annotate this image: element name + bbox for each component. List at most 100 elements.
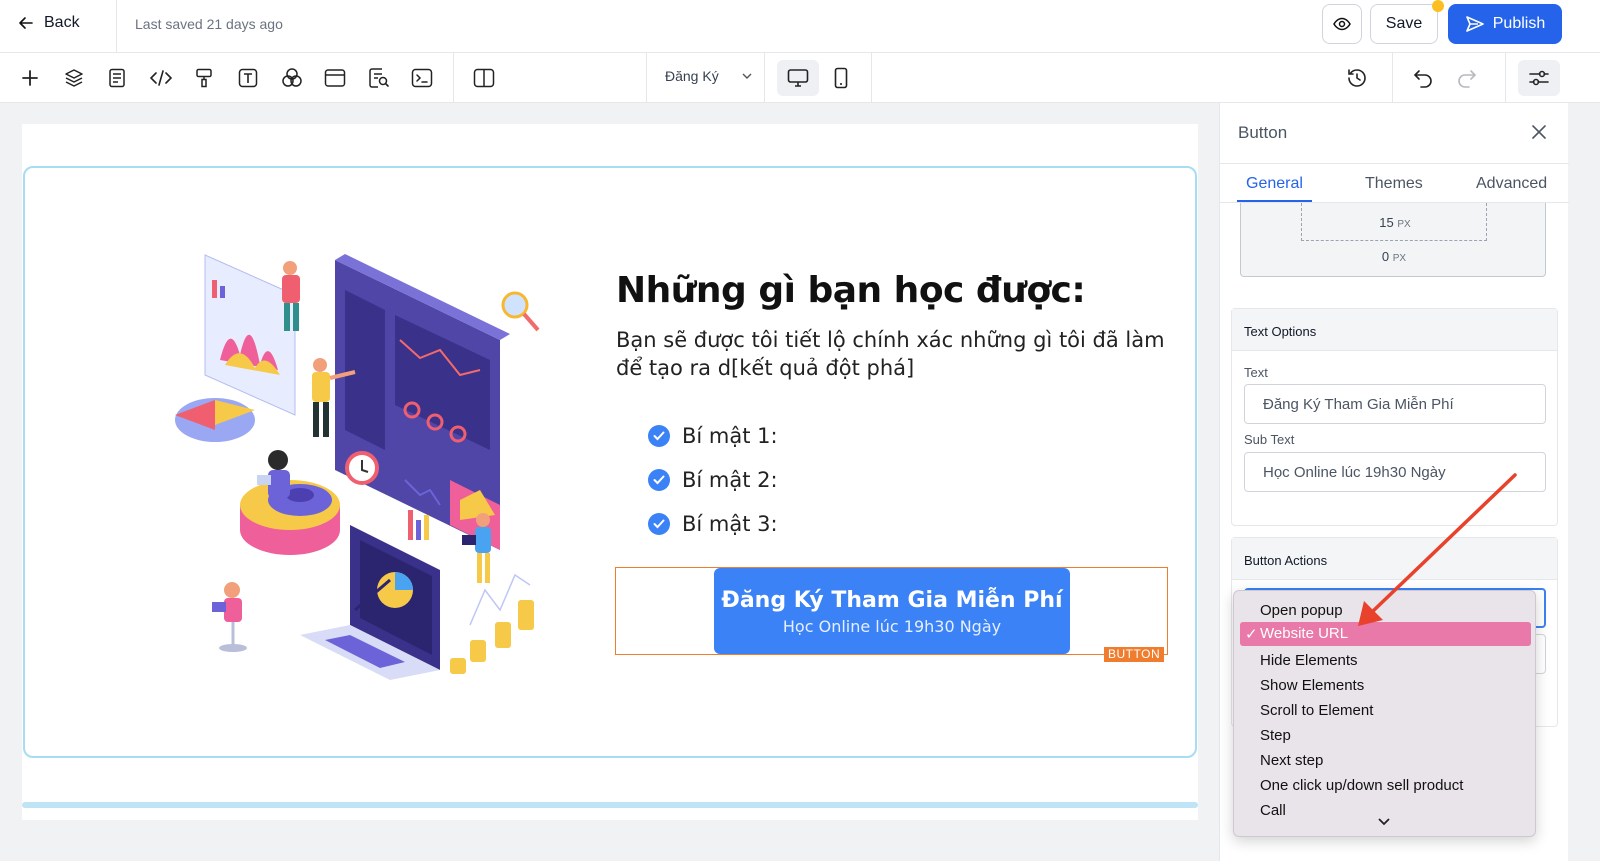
section-subtext[interactable]: Bạn sẽ được tôi tiết lộ chính xác những … (616, 326, 1176, 382)
next-section-edge[interactable] (22, 802, 1198, 808)
columns-icon (473, 68, 495, 88)
dropdown-option-hide-elements[interactable]: Hide Elements (1240, 649, 1531, 673)
sliders-icon (1529, 70, 1549, 86)
divider (1220, 163, 1569, 164)
close-icon (1532, 125, 1546, 139)
signup-cta-button[interactable]: Đăng Ký Tham Gia Miễn Phí Học Online lúc… (714, 568, 1070, 654)
search-page-icon (369, 68, 389, 88)
check-circle-icon (648, 513, 670, 535)
text-icon (238, 68, 258, 88)
button-subtext-input[interactable]: Học Online lúc 19h30 Ngày (1244, 452, 1546, 492)
bullet-text: Bí mật 3: (682, 512, 778, 536)
tab-advanced[interactable]: Advanced (1476, 175, 1547, 193)
tab-themes[interactable]: Themes (1365, 175, 1423, 193)
check-circle-icon (648, 425, 670, 447)
publish-button[interactable]: Publish (1448, 4, 1562, 44)
check-circle-icon (648, 469, 670, 491)
back-button[interactable]: Back (18, 14, 80, 32)
close-panel-button[interactable] (1528, 121, 1550, 143)
dropdown-option-open-popup[interactable]: Open popup (1240, 599, 1531, 623)
section-tool[interactable] (322, 65, 348, 91)
padding-box: 15 PX (1301, 203, 1487, 241)
dropdown-option-one-click-sell[interactable]: One click up/down sell product (1240, 774, 1531, 798)
undo-icon (1413, 70, 1432, 88)
add-element-tool[interactable] (17, 65, 43, 91)
dropdown-option-step[interactable]: Step (1240, 724, 1531, 748)
redo-icon (1458, 70, 1477, 88)
history-icon (1348, 69, 1366, 87)
browser-window-icon (324, 69, 346, 87)
shapes-tool[interactable] (279, 65, 305, 91)
button-text-input[interactable]: Đăng Ký Tham Gia Miễn Phí (1244, 384, 1546, 424)
save-button[interactable]: Save (1370, 4, 1438, 44)
divider (1392, 53, 1393, 103)
pages-tool[interactable] (104, 65, 130, 91)
divider (646, 53, 647, 103)
code-icon (150, 70, 172, 86)
spacing-editor: 15 PX 0 PX (1240, 203, 1546, 277)
page-canvas: Những gì bạn học được: Bạn sẽ được tôi t… (22, 124, 1198, 820)
action-dropdown-menu: Open popup ✓ Website URL Hide Elements S… (1233, 590, 1536, 837)
cta-sub-text: Học Online lúc 19h30 Ngày (782, 617, 1002, 636)
arrow-left-icon (19, 17, 33, 29)
send-icon (1465, 16, 1484, 32)
page-selector[interactable]: Đăng Ký (665, 68, 753, 84)
panel-title: Button (1238, 123, 1288, 142)
tab-general[interactable]: General (1246, 175, 1303, 193)
history-button[interactable] (1344, 65, 1370, 91)
dropdown-option-next-step[interactable]: Next step (1240, 749, 1531, 773)
publish-label: Publish (1492, 15, 1546, 32)
settings-panel-toggle[interactable] (1518, 60, 1560, 96)
divider (764, 53, 765, 103)
subtext-field-label: Sub Text (1244, 432, 1295, 447)
divider (1505, 53, 1506, 103)
dropdown-option-website-url[interactable]: ✓ Website URL (1240, 622, 1531, 646)
eye-icon (1333, 17, 1351, 31)
divider (871, 53, 872, 103)
monitor-icon (787, 69, 809, 87)
shapes-icon (282, 68, 302, 87)
custom-script-tool[interactable] (409, 65, 435, 91)
text-options-group: Text Options Text Đăng Ký Tham Gia Miễn … (1231, 308, 1558, 526)
scroll-down-chevron-icon[interactable] (1377, 817, 1391, 827)
text-field-label: Text (1244, 365, 1268, 380)
preview-button[interactable] (1322, 4, 1362, 44)
undo-button[interactable] (1410, 65, 1436, 91)
dropdown-option-scroll-to-element[interactable]: Scroll to Element (1240, 699, 1531, 723)
columns-tool[interactable] (471, 65, 497, 91)
unsaved-indicator-dot (1432, 0, 1444, 12)
group-header: Text Options (1232, 309, 1557, 351)
list-item[interactable]: Bí mật 1: (648, 414, 778, 458)
dropdown-option-label: Website URL (1260, 625, 1349, 642)
redo-button[interactable] (1454, 65, 1480, 91)
element-type-badge: BUTTON (1104, 647, 1165, 662)
top-bar: Back Last saved 21 days ago Save Publish (0, 0, 1600, 53)
list-item[interactable]: Bí mật 3: (648, 502, 778, 546)
plus-icon (22, 70, 38, 86)
divider (453, 53, 454, 103)
page-selector-label: Đăng Ký (665, 68, 719, 84)
text-tool[interactable] (235, 65, 261, 91)
list-item[interactable]: Bí mật 2: (648, 458, 778, 502)
last-saved-text: Last saved 21 days ago (135, 16, 283, 32)
desktop-view-button[interactable] (777, 60, 819, 96)
section-heading[interactable]: Những gì bạn học được: (616, 270, 1086, 311)
padding-bottom-value[interactable]: 15 PX (1302, 215, 1488, 230)
seo-tool[interactable] (366, 65, 392, 91)
layers-tool[interactable] (61, 65, 87, 91)
checkmark-icon: ✓ (1245, 626, 1258, 643)
code-tool[interactable] (148, 65, 174, 91)
divider (116, 0, 117, 53)
editor-toolbar: Đăng Ký (0, 53, 1600, 103)
bullet-list: Bí mật 1: Bí mật 2: Bí mật 3: (648, 414, 778, 546)
back-label: Back (44, 14, 80, 31)
style-tool[interactable] (191, 65, 217, 91)
paint-roller-icon (196, 68, 212, 88)
terminal-icon (411, 68, 433, 88)
bullet-text: Bí mật 2: (682, 468, 778, 492)
mobile-view-button[interactable] (828, 65, 854, 91)
dropdown-option-show-elements[interactable]: Show Elements (1240, 674, 1531, 698)
analytics-illustration (175, 254, 540, 680)
margin-bottom-value[interactable]: 0 PX (1241, 249, 1547, 264)
cta-main-text: Đăng Ký Tham Gia Miễn Phí (721, 588, 1063, 613)
